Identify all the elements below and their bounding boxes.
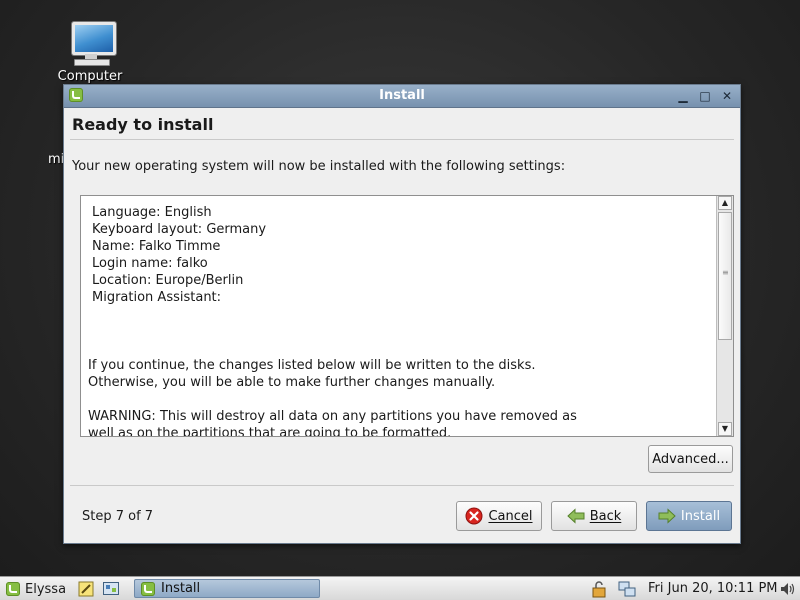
page-title: Ready to install: [72, 115, 214, 134]
summary-line: Name: Falko Timme: [92, 239, 221, 254]
text-editor-icon[interactable]: [77, 580, 95, 598]
scroll-up-icon[interactable]: ▲: [718, 196, 732, 210]
back-arrow-icon: [566, 508, 585, 524]
back-button-label: Back: [589, 508, 622, 524]
notice-line: If you continue, the changes listed belo…: [88, 358, 536, 373]
vertical-scrollbar[interactable]: ▲ ≡ ▼: [716, 196, 733, 436]
window-titlebar[interactable]: Install ▁ □ ✕: [64, 85, 740, 108]
minimize-icon[interactable]: ▁: [674, 87, 692, 105]
clock[interactable]: Fri Jun 20, 10:11 PM: [648, 581, 778, 596]
mint-logo-icon: [6, 582, 20, 596]
cancel-button-label: Cancel: [488, 508, 533, 524]
main-menu-button[interactable]: Elyssa: [6, 580, 66, 598]
main-menu-label: Elyssa: [25, 581, 67, 597]
summary-line: Location: Europe/Berlin: [92, 273, 244, 288]
back-button[interactable]: Back: [551, 501, 637, 531]
advanced-button-label: Advanced...: [652, 451, 729, 467]
desktop-icon-label-fragment[interactable]: mi: [48, 152, 64, 167]
cancel-circle-icon: [465, 507, 483, 525]
show-desktop-icon[interactable]: [102, 580, 120, 598]
settings-summary-content: Language: English Keyboard layout: Germa…: [81, 196, 715, 436]
maximize-icon[interactable]: □: [696, 87, 714, 105]
update-manager-icon[interactable]: [590, 580, 608, 598]
computer-icon-label: Computer: [57, 69, 123, 84]
computer-icon: [66, 20, 116, 66]
notice-line: Otherwise, you will be able to make furt…: [88, 375, 496, 390]
install-button[interactable]: Install: [646, 501, 732, 531]
warning-line: WARNING: This will destroy all data on a…: [88, 409, 577, 424]
advanced-button[interactable]: Advanced...: [648, 445, 733, 473]
settings-summary-textarea[interactable]: Language: English Keyboard layout: Germa…: [80, 195, 734, 437]
warning-line: well as on the partitions that are going…: [88, 426, 452, 436]
taskbar-item-install[interactable]: Install: [134, 579, 320, 598]
taskbar-item-label: Install: [161, 581, 201, 596]
summary-line: Language: English: [92, 205, 212, 220]
footer-divider: [70, 485, 734, 486]
taskbar: Elyssa Install Fri Jun 20, 10:11 PM: [0, 576, 800, 600]
mint-logo-icon: [141, 581, 155, 596]
window-title: Install: [379, 88, 425, 103]
intro-text: Your new operating system will now be in…: [72, 159, 566, 174]
network-icon[interactable]: [618, 580, 636, 598]
scrollbar-thumb[interactable]: ≡: [718, 212, 732, 340]
volume-icon[interactable]: [779, 580, 797, 598]
close-icon[interactable]: ✕: [718, 87, 736, 105]
forward-arrow-icon: [658, 508, 676, 524]
summary-line: Login name: falko: [92, 256, 208, 271]
install-button-label: Install: [680, 508, 721, 524]
computer-desktop-icon[interactable]: Computer: [52, 20, 128, 84]
summary-line: Migration Assistant:: [92, 290, 222, 305]
step-indicator: Step 7 of 7: [82, 509, 154, 524]
install-window: Install ▁ □ ✕ Ready to install Your new …: [63, 84, 741, 544]
header-divider: [70, 139, 734, 140]
scroll-down-icon[interactable]: ▼: [718, 422, 732, 436]
summary-line: Keyboard layout: Germany: [92, 222, 267, 237]
cancel-button[interactable]: Cancel: [456, 501, 542, 531]
